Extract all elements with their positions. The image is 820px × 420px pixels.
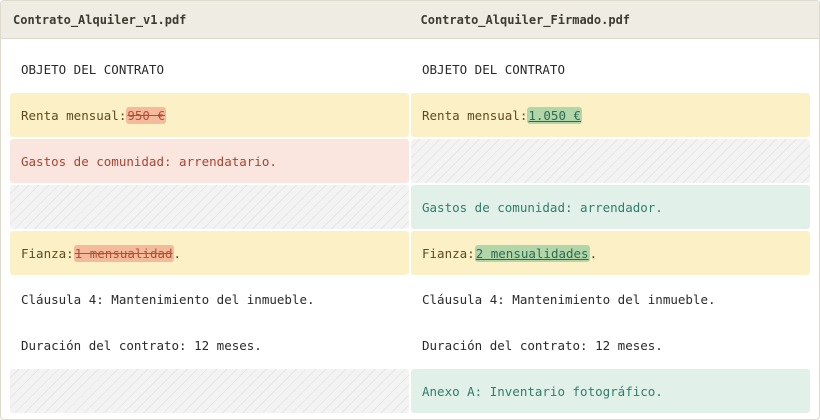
line-prefix: Fianza:: [422, 245, 475, 261]
right-cell: Cláusula 4: Mantenimiento del inmueble.: [411, 277, 810, 321]
line-suffix: .: [589, 245, 598, 261]
diff-row-added: Gastos de comunidad: arrendador.: [10, 185, 810, 229]
diff-row-unchanged: Cláusula 4: Mantenimiento del inmueble. …: [10, 277, 810, 321]
line-prefix: Renta mensual:: [21, 107, 127, 123]
line-prefix: Renta mensual:: [422, 107, 528, 123]
right-cell: Renta mensual: 1.050 €: [411, 93, 810, 137]
left-file-name: Contrato_Alquiler_v1.pdf: [13, 12, 187, 27]
diff-row-modified: Renta mensual: 950 € Renta mensual: 1.050 …: [10, 93, 810, 137]
line-text: Gastos de comunidad: arrendador.: [422, 199, 663, 215]
line-text: Duración del contrato: 12 meses.: [21, 337, 262, 353]
line-text: Duración del contrato: 12 meses.: [422, 337, 663, 353]
right-cell: Fianza: 2 mensualidades.: [411, 231, 810, 275]
left-cell: Cláusula 4: Mantenimiento del inmueble.: [10, 277, 409, 321]
left-cell: Duración del contrato: 12 meses.: [10, 323, 409, 367]
diff-row-unchanged: OBJETO DEL CONTRATO OBJETO DEL CONTRATO: [10, 47, 810, 91]
right-cell: Duración del contrato: 12 meses.: [411, 323, 810, 367]
right-cell: OBJETO DEL CONTRATO: [411, 47, 810, 91]
right-cell-placeholder: [411, 139, 810, 183]
right-cell: Gastos de comunidad: arrendador.: [411, 185, 810, 229]
right-cell: Anexo A: Inventario fotográfico.: [411, 369, 810, 413]
left-cell: OBJETO DEL CONTRATO: [10, 47, 409, 91]
diff-row-deleted: Gastos de comunidad: arrendatario.: [10, 139, 810, 183]
line-text: Cláusula 4: Mantenimiento del inmueble.: [21, 291, 315, 307]
left-cell-placeholder: [10, 185, 409, 229]
left-cell: Renta mensual: 950 €: [10, 93, 409, 137]
document-diff-view: Contrato_Alquiler_v1.pdf Contrato_Alquil…: [0, 0, 820, 420]
diff-row-modified: Fianza: 1 mensualidad. Fianza: 2 mensualid…: [10, 231, 810, 275]
added-text: 2 mensualidades: [474, 244, 590, 262]
line-prefix: Fianza:: [21, 245, 74, 261]
line-text: Anexo A: Inventario fotográfico.: [422, 383, 663, 399]
right-file-name: Contrato_Alquiler_Firmado.pdf: [420, 12, 631, 27]
diff-row-added: Anexo A: Inventario fotográfico.: [10, 369, 810, 413]
left-cell-placeholder: [10, 369, 409, 413]
line-text: Gastos de comunidad: arrendatario.: [21, 153, 277, 169]
diff-row-unchanged: Duración del contrato: 12 meses. Duració…: [10, 323, 810, 367]
line-text: OBJETO DEL CONTRATO: [21, 61, 164, 77]
removed-text: 1 mensualidad: [73, 244, 174, 262]
line-text: Cláusula 4: Mantenimiento del inmueble.: [422, 291, 716, 307]
diff-header: Contrato_Alquiler_v1.pdf Contrato_Alquil…: [1, 1, 819, 39]
left-cell: Gastos de comunidad: arrendatario.: [10, 139, 409, 183]
line-text: OBJETO DEL CONTRATO: [422, 61, 565, 77]
removed-text: 950 €: [126, 106, 166, 124]
line-suffix: .: [173, 245, 182, 261]
diff-rows: OBJETO DEL CONTRATO OBJETO DEL CONTRATO …: [1, 47, 819, 413]
left-cell: Fianza: 1 mensualidad.: [10, 231, 409, 275]
added-text: 1.050 €: [527, 106, 583, 124]
